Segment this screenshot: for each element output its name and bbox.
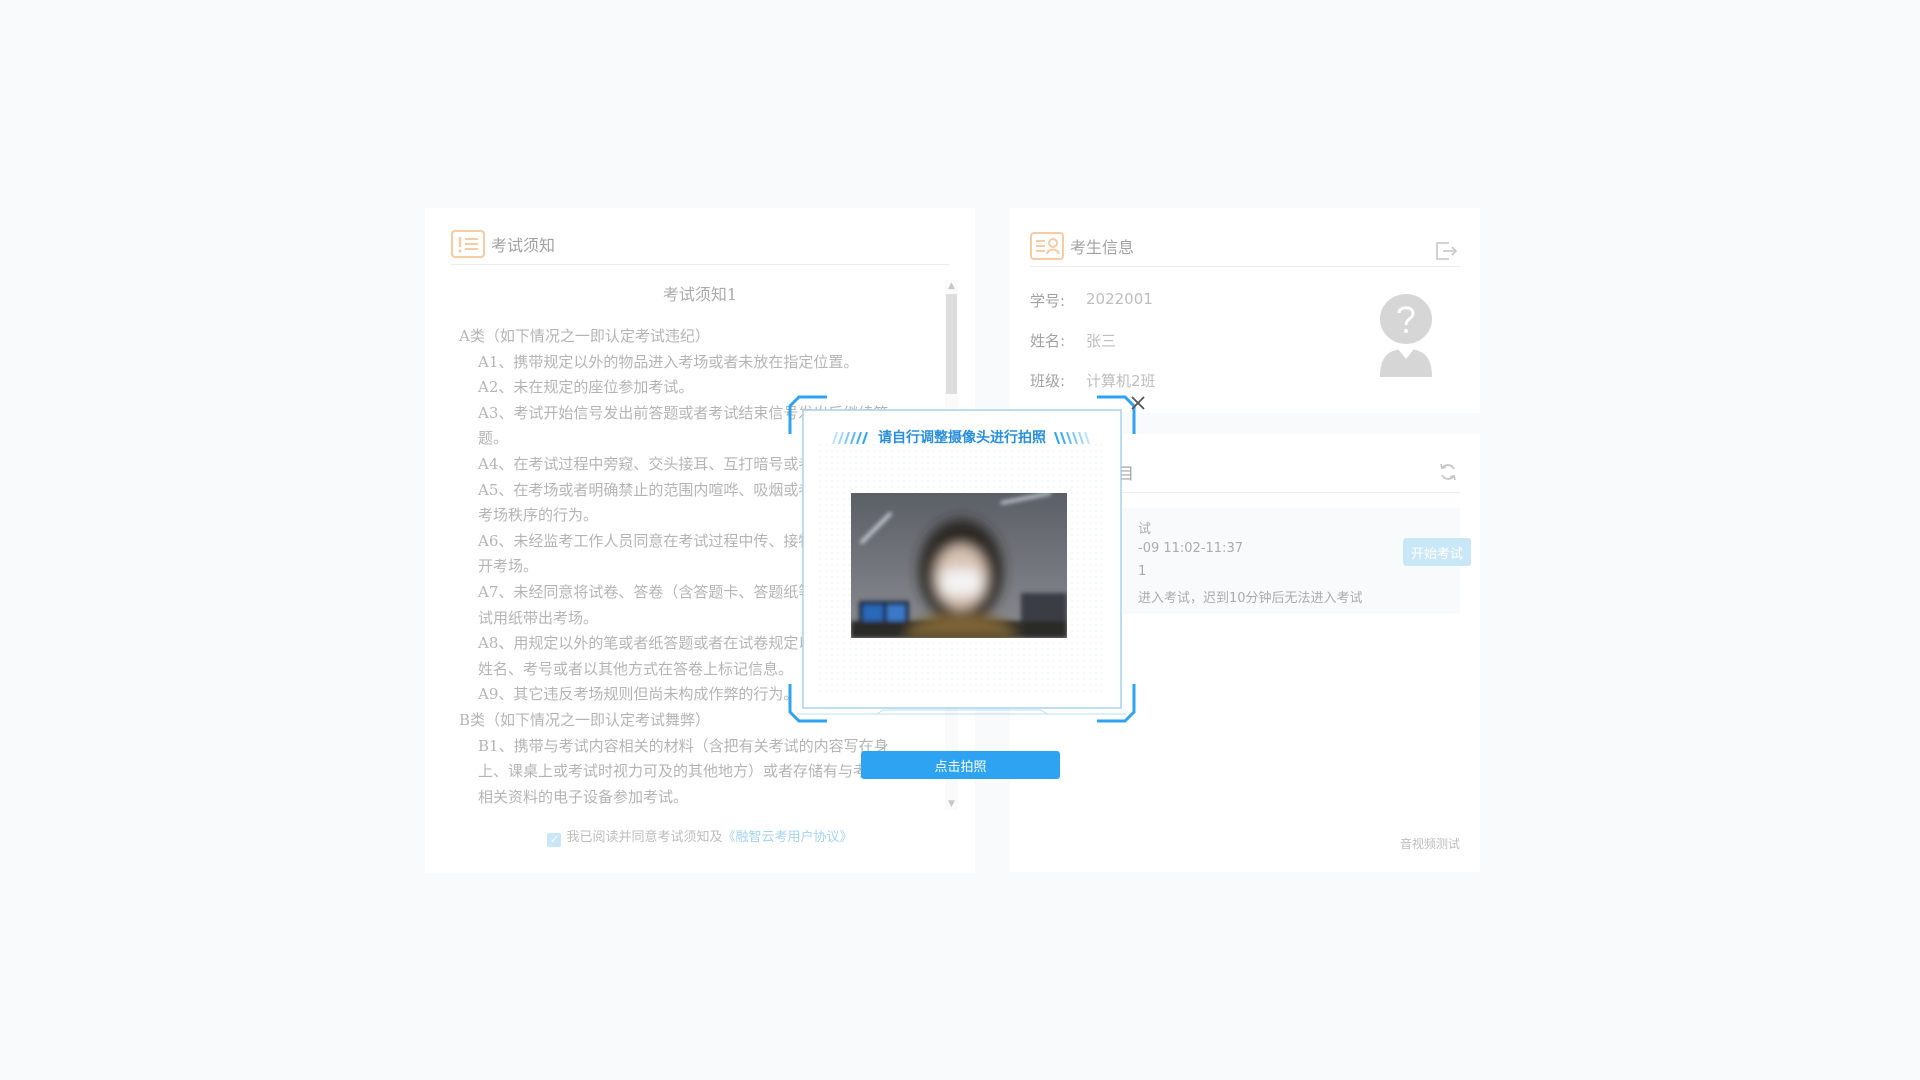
camera-dialog-title-text: 请自行调整摄像头进行拍照 (878, 430, 1046, 446)
title-stripes-right-icon (1053, 432, 1090, 444)
camera-dialog: 请自行调整摄像头进行拍照 (787, 394, 1137, 724)
camera-preview (851, 493, 1067, 638)
camera-feed-image (851, 493, 1067, 638)
title-stripes-left-icon (832, 432, 869, 444)
close-icon[interactable] (1128, 393, 1148, 413)
take-photo-button[interactable]: 点击拍照 (861, 751, 1060, 779)
camera-dialog-title: 请自行调整摄像头进行拍照 (787, 427, 1137, 447)
